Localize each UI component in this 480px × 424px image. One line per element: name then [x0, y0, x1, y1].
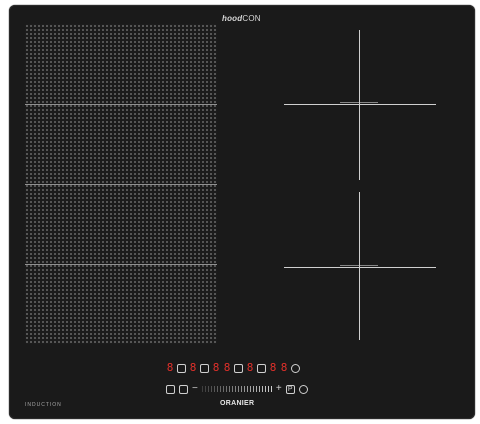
- timer-icon[interactable]: [200, 363, 209, 373]
- timer-icon[interactable]: [257, 363, 266, 373]
- burner-marker-top: [284, 104, 436, 105]
- power-display: 8 8 8 8 8 8 8: [166, 362, 300, 374]
- minus-button[interactable]: −: [192, 384, 198, 394]
- power-slider[interactable]: [201, 386, 272, 392]
- digit-display: 8: [189, 361, 197, 374]
- burner-marker-top: [359, 30, 360, 180]
- zone-divider: [121, 264, 217, 265]
- clock-icon[interactable]: [291, 363, 300, 373]
- control-panel: − + P: [166, 384, 308, 394]
- burner-marker-bottom: [359, 192, 360, 340]
- lock-icon[interactable]: [166, 384, 175, 394]
- digit-display: 8: [166, 361, 174, 374]
- brand-logo: ORANIER: [220, 400, 255, 407]
- power-icon[interactable]: [298, 384, 308, 394]
- timer-icon[interactable]: [234, 363, 243, 373]
- pause-button[interactable]: P: [285, 384, 295, 394]
- burner-marker-bottom: [284, 267, 436, 268]
- induction-label: INDUCTION: [25, 402, 62, 408]
- flex-zone-icon[interactable]: [179, 384, 188, 394]
- hoodcon-logo: hoodCON: [222, 14, 261, 23]
- digit-display: 8: [212, 361, 220, 374]
- digit-display: 8: [280, 361, 288, 374]
- digit-display: 8: [223, 361, 231, 374]
- burner-marker-top: [340, 102, 378, 103]
- burner-marker-bottom: [340, 265, 378, 266]
- zone-divider: [25, 264, 121, 265]
- zone-divider: [121, 104, 217, 105]
- zone-divider: [25, 104, 121, 105]
- zone-divider: [25, 184, 217, 185]
- timer-icon[interactable]: [177, 363, 186, 373]
- digit-display: 8: [269, 361, 277, 374]
- plus-button[interactable]: +: [276, 384, 282, 394]
- digit-display: 8: [246, 361, 254, 374]
